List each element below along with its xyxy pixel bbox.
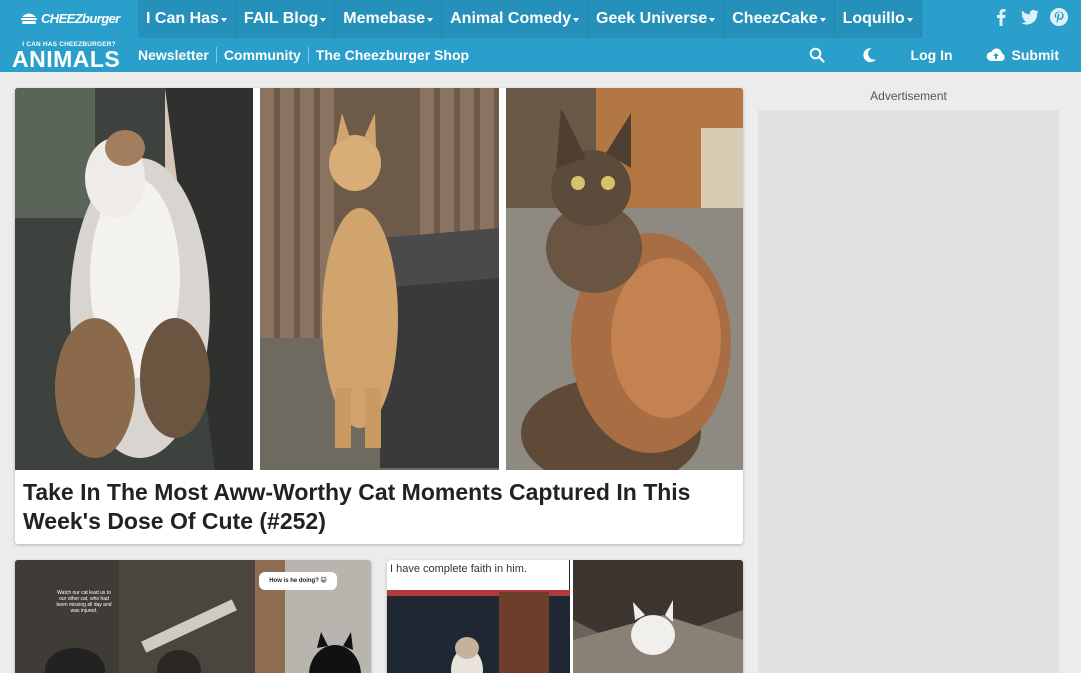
pinterest-icon[interactable] bbox=[1049, 7, 1069, 27]
social-links bbox=[991, 7, 1069, 27]
dark-mode-moon-icon[interactable] bbox=[861, 47, 877, 63]
site-name: ANIMALS bbox=[12, 46, 121, 72]
card-overlay-text: Watch our cat lead us to our other cat, … bbox=[56, 590, 112, 614]
sub-nav: Newsletter Community The Cheezburger Sho… bbox=[138, 38, 476, 72]
card-image-tile bbox=[573, 560, 743, 673]
nav-loquillo[interactable]: Loquillo bbox=[835, 0, 922, 38]
search-icon[interactable] bbox=[809, 47, 825, 63]
site-subbar: Newsletter Community The Cheezburger Sho… bbox=[138, 38, 1081, 72]
subnav-newsletter[interactable]: Newsletter bbox=[138, 47, 217, 63]
nav-label: Memebase bbox=[343, 10, 426, 27]
caret-down-icon bbox=[320, 18, 327, 22]
subnav-shop[interactable]: The Cheezburger Shop bbox=[309, 47, 476, 63]
caret-down-icon bbox=[573, 18, 580, 22]
nav-animal-comedy[interactable]: Animal Comedy bbox=[442, 0, 589, 38]
submit-label: Submit bbox=[1011, 47, 1059, 63]
featured-article-card[interactable]: Take In The Most Aww-Worthy Cat Moments … bbox=[15, 88, 743, 544]
subnav-community[interactable]: Community bbox=[217, 47, 309, 63]
nav-label: Animal Comedy bbox=[450, 10, 572, 27]
nav-label: Loquillo bbox=[842, 10, 905, 27]
cheezburger-network-logo[interactable]: CHEEZburger bbox=[20, 9, 120, 27]
cat-photo-lap bbox=[15, 88, 253, 470]
caret-down-icon bbox=[906, 18, 913, 22]
caret-down-icon bbox=[709, 18, 716, 22]
card-image-tile bbox=[15, 560, 119, 673]
network-nav: I Can Has FAIL Blog Memebase Animal Come… bbox=[138, 0, 922, 38]
nav-label: CheezCake bbox=[732, 10, 818, 27]
nav-geek-universe[interactable]: Geek Universe bbox=[588, 0, 725, 38]
burger-icon bbox=[21, 13, 37, 24]
nav-label: I Can Has bbox=[146, 10, 219, 27]
nav-memebase[interactable]: Memebase bbox=[335, 0, 443, 38]
nav-cheezcake[interactable]: CheezCake bbox=[724, 0, 835, 38]
article-card[interactable]: I have complete faith in him. bbox=[387, 560, 743, 673]
featured-article-title[interactable]: Take In The Most Aww-Worthy Cat Moments … bbox=[23, 478, 723, 536]
site-logo[interactable]: I CAN HAS CHEEZBURGER? ANIMALS bbox=[12, 41, 126, 72]
network-logo-text: CHEEZburger bbox=[41, 10, 120, 26]
caret-down-icon bbox=[427, 18, 434, 22]
nav-label: Geek Universe bbox=[596, 10, 708, 27]
card-image-tile bbox=[119, 560, 255, 673]
nav-fail-blog[interactable]: FAIL Blog bbox=[236, 0, 336, 38]
facebook-icon[interactable] bbox=[991, 7, 1011, 27]
cloud-upload-icon bbox=[986, 48, 1005, 61]
article-card[interactable]: Watch our cat lead us to our other cat, … bbox=[15, 560, 371, 673]
card-caption: I have complete faith in him. bbox=[390, 563, 527, 575]
cat-photo-jacket bbox=[506, 88, 743, 470]
advertisement-label: Advertisement bbox=[870, 89, 947, 103]
header-tools: Log In Submit bbox=[809, 38, 1081, 72]
nav-label: FAIL Blog bbox=[243, 10, 319, 27]
caret-down-icon bbox=[819, 18, 826, 22]
cat-photo-standing bbox=[260, 88, 499, 470]
featured-image-collage bbox=[15, 88, 743, 470]
submit-button[interactable]: Submit bbox=[986, 47, 1059, 63]
nav-i-can-has[interactable]: I Can Has bbox=[138, 0, 236, 38]
login-button[interactable]: Log In bbox=[911, 47, 953, 63]
card-caption-box: I have complete faith in him. bbox=[387, 560, 569, 590]
card-overlay-bubble: How is he doing? 😺 bbox=[259, 572, 337, 590]
twitter-icon[interactable] bbox=[1020, 7, 1040, 27]
site-header: CHEEZburger I CAN HAS CHEEZBURGER? ANIMA… bbox=[0, 0, 1081, 72]
caret-down-icon bbox=[220, 18, 227, 22]
brand-block: CHEEZburger I CAN HAS CHEEZBURGER? ANIMA… bbox=[0, 0, 138, 72]
advertisement-slot[interactable] bbox=[758, 110, 1059, 673]
